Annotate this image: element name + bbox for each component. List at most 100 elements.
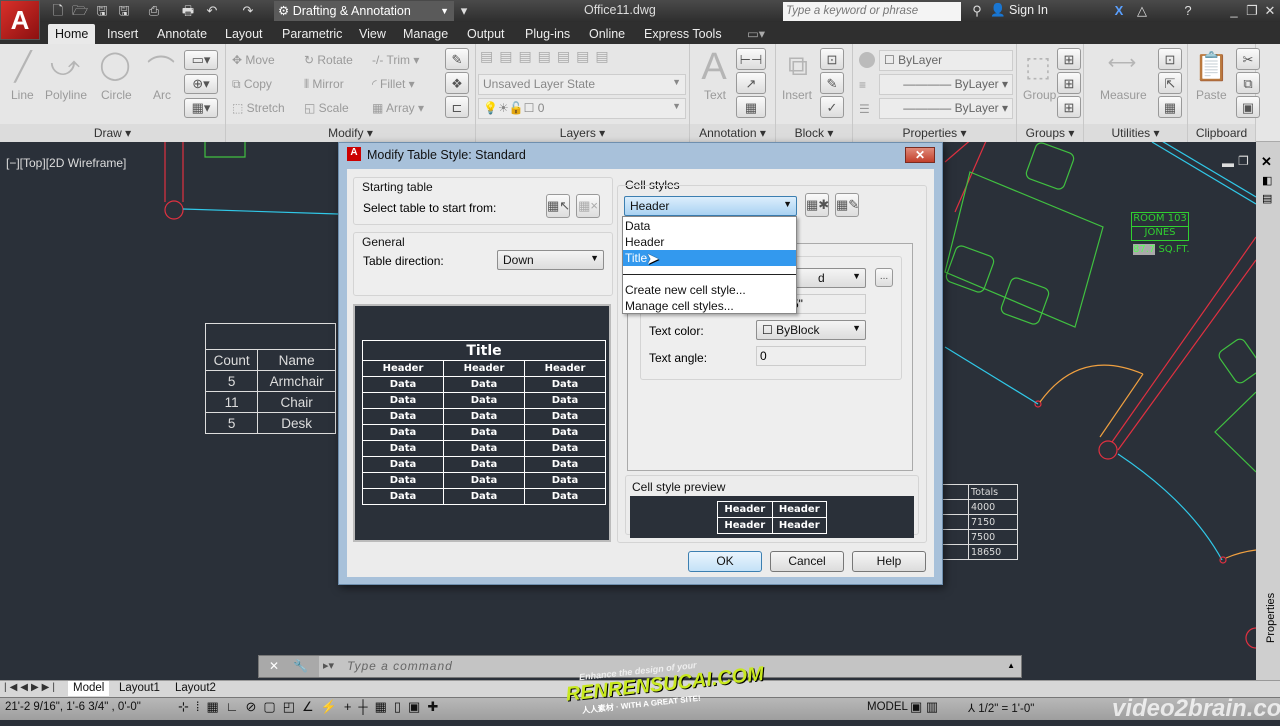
rotate-button[interactable]: ↻ Rotate xyxy=(304,53,353,67)
option-create-new-cell-style[interactable]: Create new cell style... xyxy=(623,282,796,298)
tab-layout1[interactable]: Layout1 xyxy=(114,681,165,696)
autodesk-360-icon[interactable]: △ xyxy=(1134,3,1150,18)
minimize-icon[interactable]: _ xyxy=(1226,3,1242,18)
restore-icon[interactable]: ❐ xyxy=(1244,3,1260,18)
move-button[interactable]: ✥ Move xyxy=(232,53,275,67)
manage-cell-styles-icon[interactable]: ▦✎ xyxy=(835,193,859,217)
application-menu-button[interactable]: A xyxy=(0,0,40,40)
layer-dropdown[interactable]: 💡☀🔓☐ 0 ▼ xyxy=(478,98,686,119)
viewport-controls[interactable]: [−][Top][2D Wireframe] xyxy=(6,156,126,170)
cancel-button[interactable]: Cancel xyxy=(770,551,844,572)
polyline-button[interactable]: Polyline xyxy=(45,88,87,102)
mirror-button[interactable]: ⫴ Mirror xyxy=(304,77,344,92)
group-edit-icon[interactable]: ⊞ xyxy=(1057,72,1081,94)
tab-model[interactable]: Model xyxy=(68,681,110,696)
coordinates-readout[interactable]: 21'-2 9/16", 1'-6 3/4" , 0'-0" xyxy=(5,701,141,713)
palette-close-icon[interactable]: ✕ xyxy=(1261,154,1272,170)
close-command-icon[interactable]: ✕ xyxy=(269,659,279,673)
groups-panel-label[interactable]: Groups ▾ xyxy=(1017,124,1083,142)
tab-home[interactable]: Home xyxy=(48,24,96,44)
utilities-panel-label[interactable]: Utilities ▾ xyxy=(1084,124,1187,142)
option-manage-cell-styles[interactable]: Manage cell styles... xyxy=(623,298,796,314)
layers-panel-label[interactable]: Layers ▾ xyxy=(476,124,689,142)
circle-button[interactable]: Circle xyxy=(101,88,132,102)
rectangle-icon[interactable]: ▭▾ xyxy=(184,50,218,70)
fillet-button[interactable]: ◜ Fillet ▾ xyxy=(372,77,415,91)
cell-style-dropdown[interactable]: Header ▼ xyxy=(624,196,797,216)
table-direction-dropdown[interactable]: Down ▼ xyxy=(497,250,604,270)
tab-plug-ins[interactable]: Plug-ins xyxy=(518,24,577,44)
text-angle-field[interactable]: 0 xyxy=(756,346,866,366)
tab-annotate[interactable]: Annotate xyxy=(150,24,214,44)
redo-icon[interactable]: ↷ xyxy=(240,3,256,18)
plot-icon[interactable]: ⎙ xyxy=(146,3,162,18)
properties-panel-label[interactable]: Properties ▾ xyxy=(853,124,1016,142)
binoculars-icon[interactable]: ⚲ xyxy=(968,3,986,18)
leader-icon[interactable]: ↗ xyxy=(736,72,766,94)
paste-button[interactable]: Paste xyxy=(1196,88,1227,102)
text-color-dropdown[interactable]: ☐ ByBlock ▼ xyxy=(756,320,866,340)
quick-select-icon[interactable]: ⊡ xyxy=(1158,48,1182,70)
tab-insert[interactable]: Insert xyxy=(100,24,145,44)
tab-express-tools[interactable]: Express Tools xyxy=(637,24,729,44)
insert-button[interactable]: Insert xyxy=(782,88,812,102)
dialog-close-button[interactable]: ✕ xyxy=(905,147,935,163)
annotation-scale[interactable]: ⅄ 1/2" = 1'-0" xyxy=(968,701,1034,715)
palette-autohide-icon[interactable]: ◧ xyxy=(1262,174,1272,187)
model-space-button[interactable]: MODEL xyxy=(867,701,908,713)
tab-manage[interactable]: Manage xyxy=(396,24,455,44)
drafting-toggles-icons[interactable]: ⊹⁞▦∟⊘▢◰∠⚡+┼▦▯▣✚ xyxy=(178,699,445,715)
attribute-icon[interactable]: ✓ xyxy=(820,96,844,118)
print-icon[interactable]: 🖶 xyxy=(180,3,196,18)
table-icon[interactable]: ▦ xyxy=(736,96,766,118)
draw-panel-label[interactable]: Draw ▾ xyxy=(0,124,225,142)
text-style-browse-button[interactable]: ... xyxy=(875,268,893,287)
tab-layout2[interactable]: Layout2 xyxy=(170,681,221,696)
cut-icon[interactable]: ✂ xyxy=(1236,48,1260,70)
workspace-dropdown[interactable]: ⚙ Drafting & Annotation ▼ xyxy=(274,1,454,21)
help-button[interactable]: Help xyxy=(852,551,926,572)
search-input[interactable]: Type a keyword or phrase xyxy=(783,2,961,21)
copy-clip-icon[interactable]: ⧉ xyxy=(1236,72,1260,94)
explode-icon[interactable]: ❖ xyxy=(445,72,469,94)
new-icon[interactable]: 🗋 xyxy=(50,3,66,18)
select-table-icon[interactable]: ▦↖ xyxy=(546,194,570,218)
ribbon-minimize-icon[interactable]: ▭▾ xyxy=(740,24,772,44)
exchange-icon[interactable]: X xyxy=(1111,3,1127,18)
lineweight-dropdown[interactable]: ———— ByLayer ▾ xyxy=(879,98,1013,119)
match-icon[interactable]: ▣ xyxy=(1236,96,1260,118)
create-block-icon[interactable]: ⊡ xyxy=(820,48,844,70)
help-icon[interactable]: ? xyxy=(1180,3,1196,18)
command-history-icon[interactable]: ▲ xyxy=(1007,661,1015,670)
tab-output[interactable]: Output xyxy=(460,24,512,44)
customize-qat-icon[interactable]: ▾ xyxy=(456,3,472,18)
wrench-icon[interactable]: 🔧 xyxy=(293,659,308,673)
block-panel-label[interactable]: Block ▾ xyxy=(776,124,852,142)
group-select-icon[interactable]: ⊞ xyxy=(1057,96,1081,118)
open-icon[interactable]: 🗁 xyxy=(72,3,88,18)
save-icon[interactable]: 🖫 xyxy=(94,3,110,18)
close-icon[interactable]: ✕ xyxy=(1262,3,1278,18)
option-data[interactable]: Data xyxy=(623,218,796,234)
arc-button[interactable]: Arc xyxy=(153,88,171,102)
trim-button[interactable]: -/- Trim ▾ xyxy=(372,53,419,67)
modify-panel-label[interactable]: Modify ▾ xyxy=(226,124,475,142)
array-button[interactable]: ▦ Array ▾ xyxy=(372,101,424,115)
calculator-icon[interactable]: ▦ xyxy=(1158,96,1182,118)
select-all-icon[interactable]: ⇱ xyxy=(1158,72,1182,94)
copy-button[interactable]: ⧉ Copy xyxy=(232,77,272,92)
edit-block-icon[interactable]: ✎ xyxy=(820,72,844,94)
dimension-icon[interactable]: ⊢⊣ xyxy=(736,48,766,70)
save-as-icon[interactable]: 🖫 xyxy=(116,3,132,18)
option-header[interactable]: Header xyxy=(623,234,796,250)
tab-parametric[interactable]: Parametric xyxy=(275,24,349,44)
erase-icon[interactable]: ✎ xyxy=(445,48,469,70)
stretch-button[interactable]: ⬚ Stretch xyxy=(232,101,285,115)
tab-online[interactable]: Online xyxy=(582,24,632,44)
annotation-panel-label[interactable]: Annotation ▾ xyxy=(690,124,775,142)
remove-table-icon[interactable]: ▦× xyxy=(576,194,600,218)
create-cell-style-icon[interactable]: ▦✱ xyxy=(805,193,829,217)
undo-icon[interactable]: ↶ xyxy=(204,3,220,18)
tab-navigation-icons[interactable]: |◀◀▶▶| xyxy=(4,682,58,693)
sign-in-button[interactable]: 👤 Sign In xyxy=(990,3,1048,18)
